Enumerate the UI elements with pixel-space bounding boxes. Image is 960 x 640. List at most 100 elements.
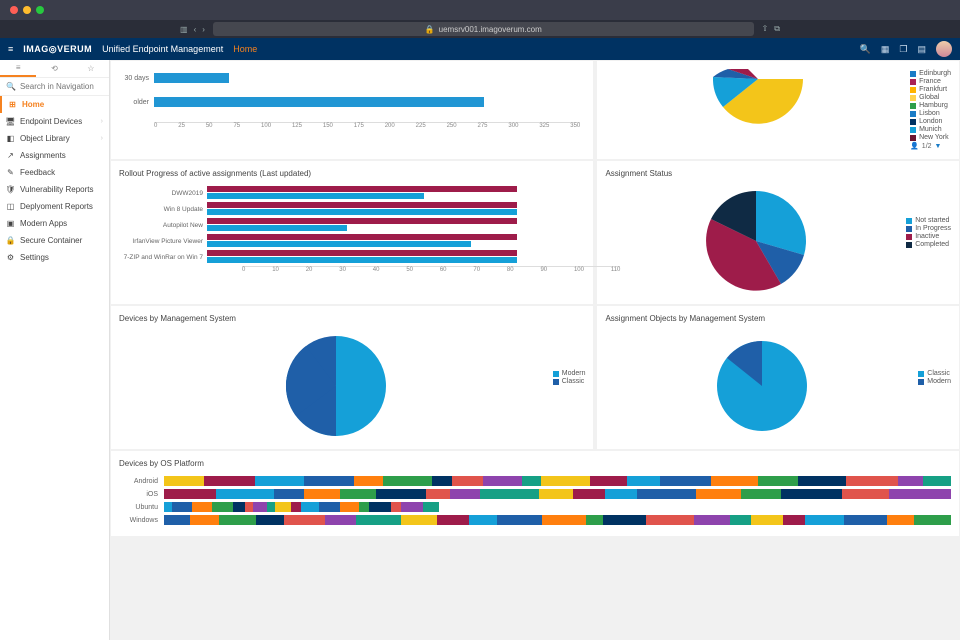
card-rollout: Rollout Progress of active assignments (… <box>111 161 593 304</box>
nav-item-vulnerability-reports[interactable]: 🛡Vulnerability Reports <box>0 181 109 198</box>
os-row: Ubuntu <box>119 502 951 512</box>
bar-label: older <box>119 99 149 106</box>
nav-label: Deplyoment Reports <box>20 202 93 211</box>
legend-item: Edinburgh <box>910 70 951 77</box>
avatar[interactable] <box>936 41 952 57</box>
nav-item-endpoint-devices[interactable]: 🖥Endpoint Devices› <box>0 113 109 130</box>
nav-item-object-library[interactable]: ◧Object Library› <box>0 130 109 147</box>
tick: 350 <box>570 123 580 129</box>
menu-icon[interactable]: ≡ <box>8 44 13 54</box>
chevron-down-icon[interactable]: ▼ <box>935 143 942 150</box>
legend-item: Modern <box>918 378 951 385</box>
sidebar-tab-fav[interactable]: ☆ <box>73 60 109 77</box>
legend-item: Classic <box>918 370 951 377</box>
tick: 250 <box>447 123 457 129</box>
search-icon[interactable]: 🔍 <box>860 44 871 55</box>
pie-assign-status <box>701 186 811 296</box>
address-bar[interactable]: 🔒 uemsrv001.imagoverum.com <box>213 22 754 36</box>
os-bar <box>164 502 439 512</box>
legend-assign-status: Not startedIn ProgressInactiveCompleted <box>906 216 951 249</box>
note-icon[interactable]: ▤ <box>917 44 926 55</box>
nav-label: Assignments <box>20 151 66 160</box>
rollout-row: Win 8 Update <box>119 202 585 216</box>
nav-item-secure-container[interactable]: 🔒Secure Container <box>0 232 109 249</box>
nav-icon: ⚙ <box>6 253 15 262</box>
tick: 0 <box>154 123 157 129</box>
legend-item: Hamburg <box>910 102 951 109</box>
card-title: Assignment Status <box>605 169 906 178</box>
grid-icon[interactable]: ▦ <box>881 44 890 55</box>
rollout-label: IrfanView Picture Viewer <box>119 238 207 245</box>
rollout-label: Autopilot New <box>119 222 207 229</box>
legend-pager[interactable]: 👤1/2▼ <box>910 142 951 150</box>
help-icon[interactable]: ❐ <box>899 44 907 55</box>
card-title: Assignment Objects by Management System <box>605 314 918 323</box>
sidebar-toggle-icon[interactable]: ▥ <box>180 25 188 34</box>
chevron-right-icon: › <box>101 135 103 142</box>
rollout-label: 7-ZIP and WinRar on Win 7 <box>119 254 207 261</box>
rollout-label: DWW2019 <box>119 190 207 197</box>
nav-search-input[interactable] <box>20 82 100 91</box>
rollout-row: DWW2019 <box>119 186 585 200</box>
sidebar-tab-history[interactable]: ⟲ <box>36 60 72 77</box>
tick: 100 <box>574 267 584 273</box>
legend-item: Lisbon <box>910 110 951 117</box>
breadcrumb[interactable]: Home <box>233 44 257 54</box>
tick: 175 <box>354 123 364 129</box>
tick: 225 <box>416 123 426 129</box>
card-title: Rollout Progress of active assignments (… <box>119 169 585 178</box>
tick: 150 <box>323 123 333 129</box>
rollout-row: Autopilot New <box>119 218 585 232</box>
rollout-bar-done <box>207 225 347 231</box>
rollout-bar-total <box>207 234 517 240</box>
legend-item: Inactive <box>906 233 951 240</box>
tick: 300 <box>508 123 518 129</box>
nav-item-deplyoment-reports[interactable]: ◫Deplyoment Reports <box>0 198 109 215</box>
nav-item-feedback[interactable]: ✎Feedback <box>0 164 109 181</box>
sidebar-tab-nav[interactable]: ≡ <box>0 60 36 77</box>
macos-traffic-lights <box>0 0 960 20</box>
nav-item-home[interactable]: ⊞Home <box>0 96 109 113</box>
rollout-bar-done <box>207 209 517 215</box>
forward-icon[interactable]: › <box>202 25 205 34</box>
card-top-bar: 30 days older 02550751001251501752002252… <box>111 61 593 159</box>
rollout-bar-total <box>207 202 517 208</box>
lock-icon: 🔒 <box>425 25 435 34</box>
nav-label: Endpoint Devices <box>20 117 82 126</box>
nav-icon: 🛡 <box>6 185 15 194</box>
nav-icon: ✎ <box>6 168 15 177</box>
legend-item: Modern <box>553 370 586 377</box>
legend-item: Classic <box>553 378 586 385</box>
card-title: Devices by OS Platform <box>119 459 951 468</box>
close-dot[interactable] <box>10 6 18 14</box>
tick: 70 <box>473 267 480 273</box>
os-bar <box>164 515 951 525</box>
tick: 275 <box>477 123 487 129</box>
logo: IMAG◎VERUM <box>23 44 92 55</box>
nav-item-modern-apps[interactable]: ▣Modern Apps <box>0 215 109 232</box>
min-dot[interactable] <box>23 6 31 14</box>
nav-icon: ⊞ <box>8 100 17 109</box>
url-text: uemsrv001.imagoverum.com <box>439 25 542 34</box>
card-assign-status: Assignment Status Not startedIn Progr <box>597 161 959 304</box>
nav-icon: ◧ <box>6 134 15 143</box>
pie-top-partial <box>713 69 803 129</box>
max-dot[interactable] <box>36 6 44 14</box>
tick: 90 <box>540 267 547 273</box>
legend-obj-mgmt: ClassicModern <box>918 369 951 386</box>
nav-item-assignments[interactable]: ↗ Assignments <box>0 147 109 164</box>
chevron-right-icon: › <box>101 118 103 125</box>
os-row: Windows <box>119 515 951 525</box>
nav-item-settings[interactable]: ⚙Settings <box>0 249 109 266</box>
rollout-label: Win 8 Update <box>119 206 207 213</box>
card-title: Devices by Management System <box>119 314 553 323</box>
rollout-bar-total <box>207 186 517 192</box>
tabs-icon[interactable]: ⧉ <box>774 24 780 34</box>
rollout-bar-done <box>207 193 424 199</box>
card-dev-mgmt: Devices by Management System <box>111 306 593 449</box>
nav-icon: ↗ <box>6 151 15 160</box>
back-icon[interactable]: ‹ <box>194 25 197 34</box>
legend-dev-mgmt: ModernClassic <box>553 369 586 386</box>
share-icon[interactable]: ⇧ <box>762 24 769 34</box>
pie-obj-mgmt <box>712 336 812 436</box>
